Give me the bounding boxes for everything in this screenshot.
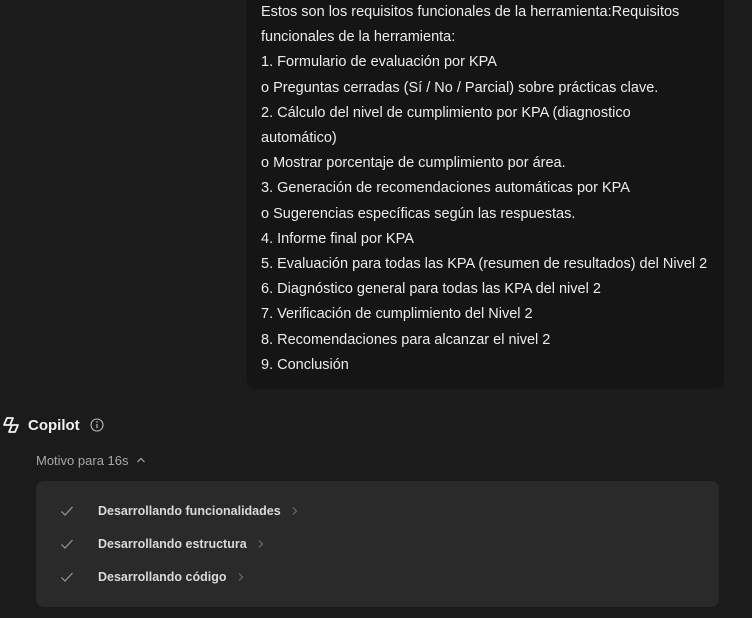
user-message-line: 5. Evaluación para todas las KPA (resume… (261, 256, 708, 273)
user-message-line: o Mostrar porcentaje de cumplimiento por… (261, 155, 566, 172)
reasoning-steps-panel: Desarrollando funcionalidades Desarrolla… (36, 481, 719, 607)
chat-page: Estos son los requisitos funcionales de … (0, 0, 752, 618)
user-message-line: funcionales de la herramienta: (261, 29, 456, 46)
checkmark-icon (60, 504, 74, 518)
reasoning-step[interactable]: Desarrollando código (60, 567, 246, 587)
reasoning-duration-label: Motivo para 16s (36, 452, 129, 468)
assistant-name: Copilot (28, 416, 80, 434)
reasoning-step-label: Desarrollando funcionalidades (98, 504, 281, 518)
user-message-line: 1. Formulario de evaluación por KPA (261, 54, 497, 71)
chevron-right-icon (258, 539, 266, 549)
user-message-line: o Sugerencias específicas según las resp… (261, 205, 576, 222)
reasoning-step[interactable]: Desarrollando funcionalidades (60, 501, 300, 521)
user-message-line: 7. Verificación de cumplimiento del Nive… (261, 306, 533, 323)
user-message-line: Estos son los requisitos funcionales de … (261, 4, 680, 20)
chevron-up-icon (136, 455, 146, 465)
copilot-logo-icon (0, 414, 22, 436)
user-message-line: 6. Diagnóstico general para todas las KP… (261, 281, 601, 298)
user-message-line: o Preguntas cerradas (Sí / No / Parcial)… (261, 79, 659, 96)
chevron-right-icon (238, 572, 246, 582)
checkmark-icon (60, 570, 74, 584)
reasoning-toggle-button[interactable]: Motivo para 16s (36, 450, 146, 470)
user-message-bubble: Estos son los requisitos funcionales de … (246, 0, 724, 389)
user-message-line: 9. Conclusión (261, 356, 349, 373)
reasoning-step-label: Desarrollando código (98, 570, 227, 584)
reasoning-step[interactable]: Desarrollando estructura (60, 534, 266, 554)
assistant-header: Copilot (0, 413, 104, 437)
user-message-line: 4. Informe final por KPA (261, 230, 414, 247)
user-message-line: 2. Cálculo del nivel de cumplimiento por… (261, 104, 631, 121)
info-icon[interactable] (90, 418, 104, 432)
user-message-line: automático) (261, 130, 337, 147)
reasoning-step-label: Desarrollando estructura (98, 537, 247, 551)
user-message-line: 3. Generación de recomendaciones automát… (261, 180, 630, 197)
chevron-right-icon (292, 506, 300, 516)
checkmark-icon (60, 537, 74, 551)
user-message-line: 8. Recomendaciones para alcanzar el nive… (261, 331, 551, 348)
